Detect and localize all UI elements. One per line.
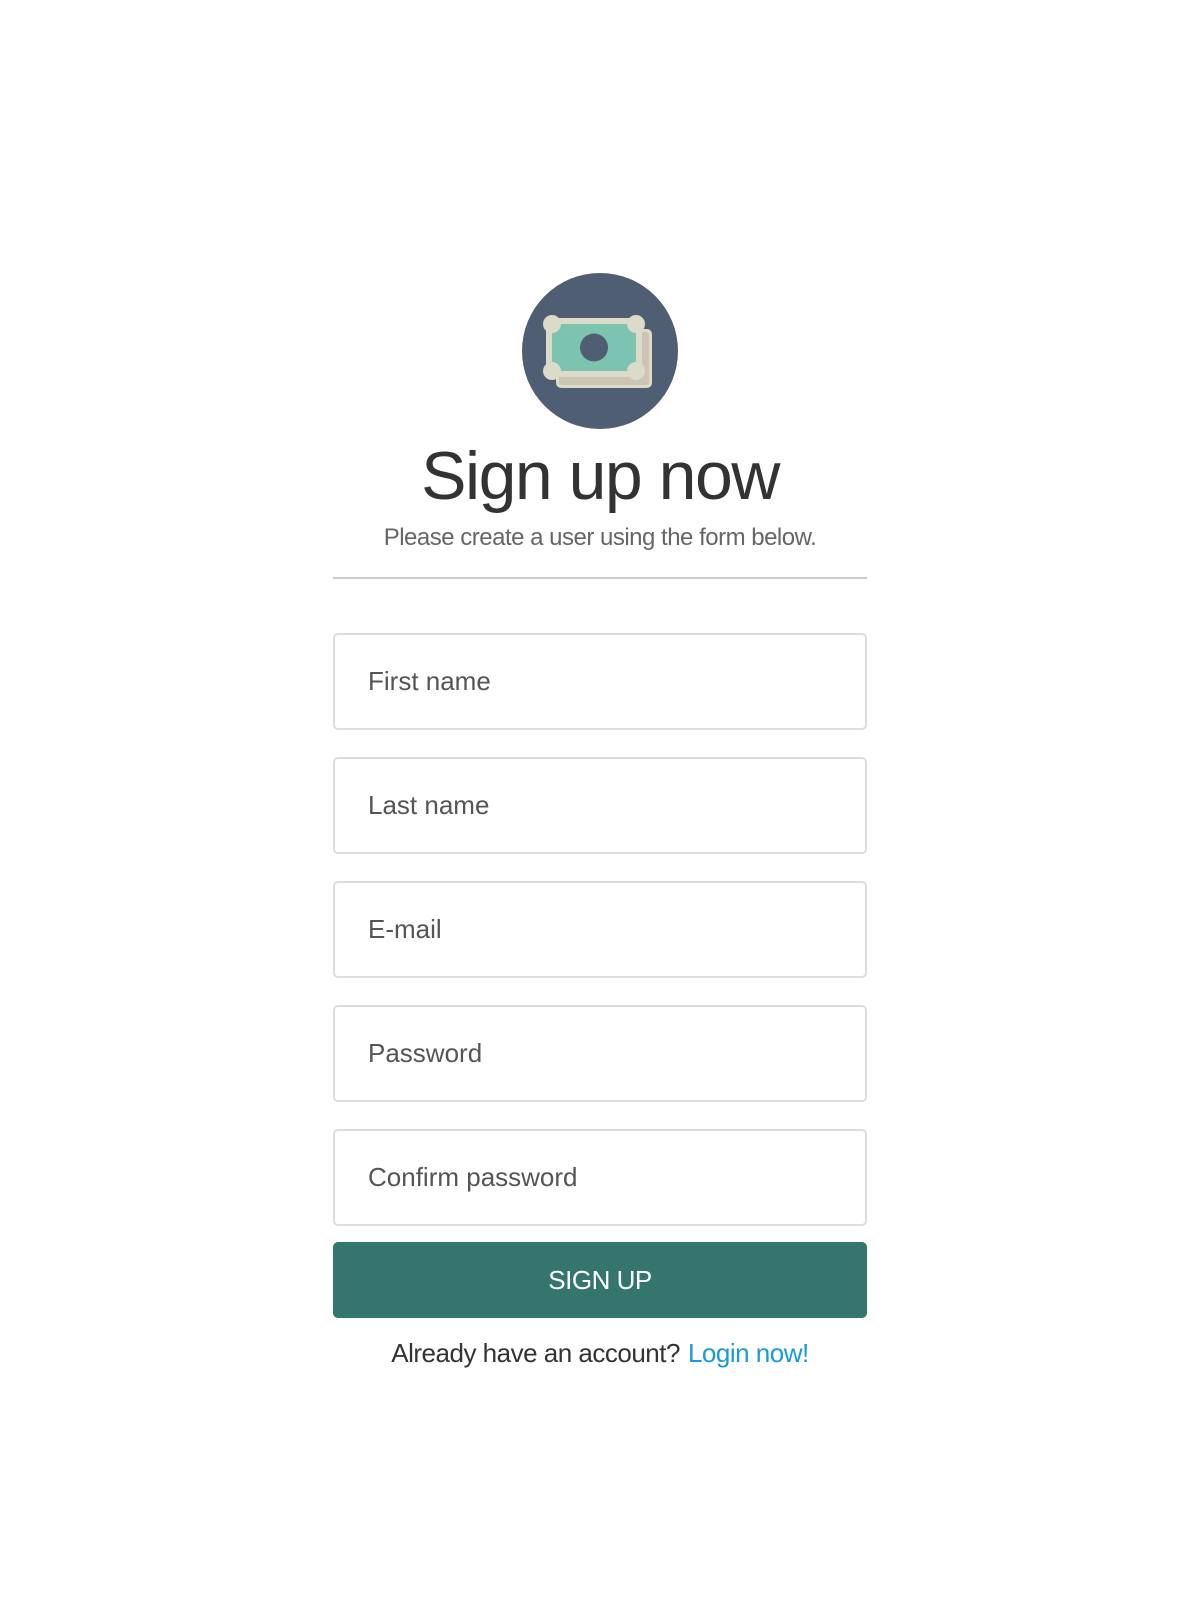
confirm-password-field[interactable] [333, 1129, 867, 1226]
money-bills-icon [522, 273, 678, 429]
login-link[interactable]: Login now! [688, 1338, 809, 1368]
password-field[interactable] [333, 1005, 867, 1102]
page-subtitle: Please create a user using the form belo… [383, 524, 817, 551]
first-name-field[interactable] [333, 633, 867, 730]
signup-form: SIGN UP [333, 633, 867, 1318]
sign-up-button[interactable]: SIGN UP [333, 1242, 867, 1318]
login-prompt: Already have an account? Login now! [333, 1337, 867, 1369]
divider [333, 577, 867, 579]
last-name-field[interactable] [333, 757, 867, 854]
email-field[interactable] [333, 881, 867, 978]
signup-panel: Sign up now Please create a user using t… [333, 273, 867, 1369]
page-title: Sign up now [421, 438, 780, 514]
login-prompt-text: Already have an account? [391, 1338, 680, 1368]
